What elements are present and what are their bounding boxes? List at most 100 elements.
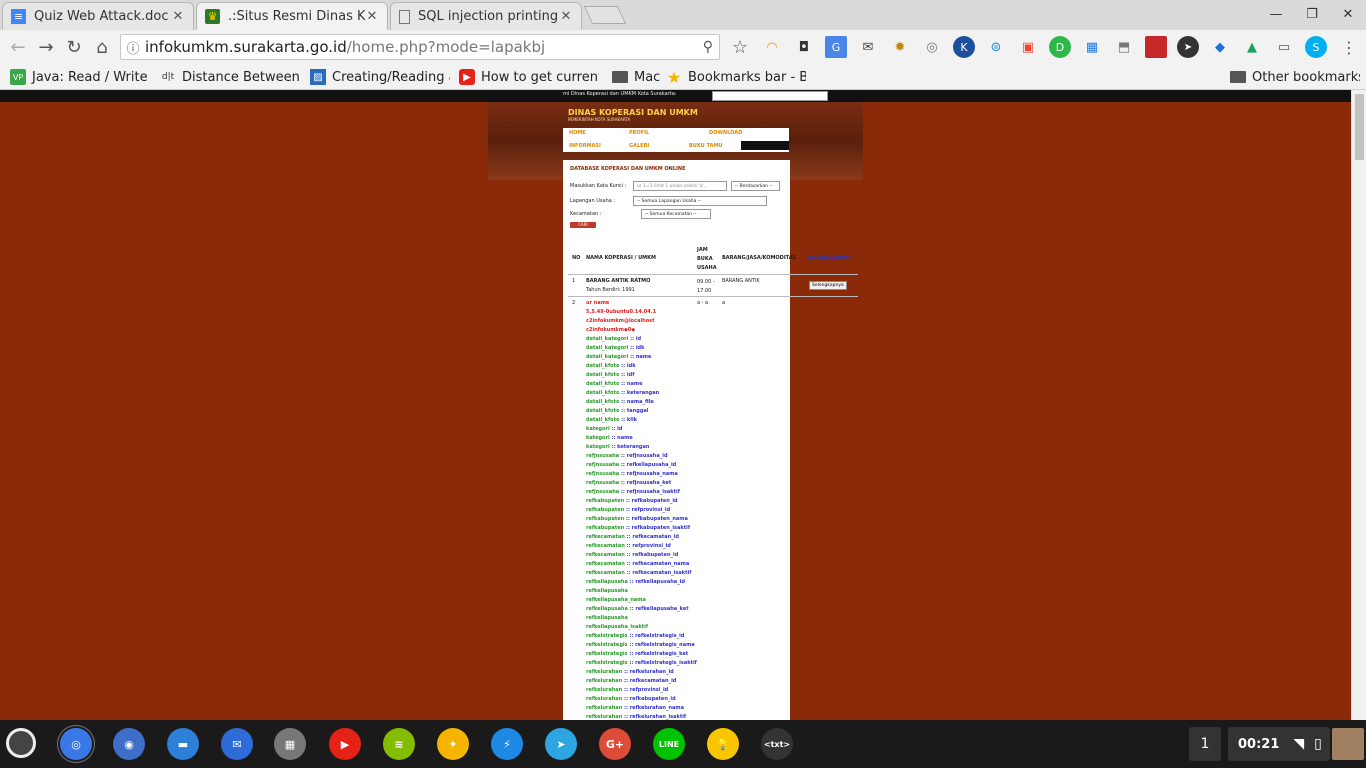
dump-row: refkellapusaha <box>586 587 697 596</box>
restore-button[interactable]: ❐ <box>1294 0 1330 28</box>
keep-app-icon[interactable]: 💡 <box>707 728 739 760</box>
arrow-ext-icon[interactable]: ➤ <box>1177 36 1199 58</box>
tab-sql-injection[interactable]: SQL injection printing all ✕ <box>390 2 582 30</box>
cast-icon[interactable]: ▭ <box>1273 36 1295 58</box>
telegram-app-icon[interactable]: ➤ <box>545 728 577 760</box>
d-extension-icon[interactable]: D <box>1049 36 1071 58</box>
translate-icon[interactable]: G <box>825 36 847 58</box>
dump-separator: :: <box>619 471 627 477</box>
dump-row: refkabupaten :: refkabupaten_id <box>586 497 697 506</box>
bookmark-star-icon[interactable]: ☆ <box>729 36 751 58</box>
files-app-icon[interactable]: ▬ <box>167 728 199 760</box>
address-bar[interactable]: ⓘ infokumkm.surakarta.go.id/home.php?mod… <box>120 34 720 60</box>
home-icon[interactable]: ⌂ <box>88 37 116 58</box>
launcher-button[interactable] <box>6 728 36 758</box>
bookmark-folder-mac[interactable]: Mac <box>612 67 662 87</box>
dump-table: refkelurahan <box>586 687 623 693</box>
bookmark-bookmarks-bar[interactable]: ★ Bookmarks bar - Book <box>666 67 806 87</box>
by-select[interactable]: -- Berdasarkan -- <box>731 181 780 191</box>
dump-table: refkecamatan <box>586 534 625 540</box>
bookmark-label: Distance Between Citi <box>182 69 300 85</box>
dump-row: refkelurahan :: refkelurahan_id <box>586 668 697 677</box>
calendar-app-icon[interactable]: ▦ <box>274 728 306 760</box>
calendar-ext-icon[interactable]: ▦ <box>1081 36 1103 58</box>
text-app-icon[interactable]: <txt> <box>761 728 793 760</box>
site-search-input[interactable] <box>712 91 828 101</box>
info-icon[interactable]: ⓘ <box>121 38 145 57</box>
back-icon[interactable]: ← <box>4 37 32 58</box>
line-app-icon[interactable]: LINE <box>653 728 685 760</box>
camera-app-icon[interactable]: ◉ <box>113 728 145 760</box>
scroll-thumb[interactable] <box>1355 94 1364 160</box>
bookmark-distance[interactable]: d|t Distance Between Citi <box>160 67 300 87</box>
field-select[interactable]: -- Semua Lapangan Usaha -- <box>633 196 767 206</box>
close-tab-icon[interactable]: ✕ <box>559 9 573 24</box>
menu-galeri[interactable]: GALERI <box>629 143 649 149</box>
row2-no: 2 <box>572 300 576 306</box>
office-icon[interactable]: ▣ <box>1017 36 1039 58</box>
spotify-app-icon[interactable]: ≋ <box>383 728 415 760</box>
keyword-input[interactable]: ur 1=1 limit 1 union select 'a', <box>633 181 727 191</box>
tab-situs-resmi[interactable]: ♛ .:Situs Resmi Dinas Kope ✕ <box>196 2 388 30</box>
menu-icon[interactable]: ⋮ <box>1338 36 1360 58</box>
dump-table: detail_kfoto <box>586 417 620 423</box>
googleplus-app-icon[interactable]: G+ <box>599 728 631 760</box>
other-bookmarks-label: Other bookmarks <box>1252 69 1360 85</box>
dump-separator: :: <box>619 489 627 495</box>
chrome-app-icon[interactable]: ◎ <box>60 728 92 760</box>
page-scrollbar[interactable] <box>1351 90 1366 720</box>
menu-download[interactable]: DOWNLOAD <box>709 130 742 136</box>
other-bookmarks[interactable]: Other bookmarks <box>1230 67 1360 87</box>
menu-home[interactable]: HOME <box>569 130 586 136</box>
menu-informasi[interactable]: INFORMASI <box>569 143 601 149</box>
mail-icon[interactable]: ✉ <box>857 36 879 58</box>
col-hours: JAM BUKA USAHA <box>697 247 717 271</box>
row2-name: ur name <box>586 300 610 306</box>
district-select[interactable]: -- Semua Kecamatan -- <box>641 209 711 219</box>
bookmark-java[interactable]: VP Java: Read / Write Ex <box>10 67 150 87</box>
zoom-icon[interactable]: ⚲ <box>703 39 713 55</box>
dump-row: refkelstrategis :: refkelstrategis_ket <box>586 650 697 659</box>
extension-rainbow-icon[interactable]: ◠ <box>761 36 783 58</box>
dump-table: refkellapusaha <box>586 579 628 585</box>
close-tab-icon[interactable]: ✕ <box>365 9 379 24</box>
panel-title: DATABASE KOPERASI DAN UMKM ONLINE <box>570 166 686 172</box>
compass-icon[interactable]: ◎ <box>921 36 943 58</box>
save-ext-icon[interactable]: ⬒ <box>1113 36 1135 58</box>
menu-buku-tamu[interactable]: BUKU TAMU <box>689 143 722 149</box>
tab-quiz-doc[interactable]: ≡ Quiz Web Attack.doc - Go ✕ <box>2 2 194 30</box>
dump-column: refkabupaten_id <box>631 498 678 504</box>
close-tab-icon[interactable]: ✕ <box>171 9 185 24</box>
dump-table: refkelurahan <box>586 678 623 684</box>
dump-table: refkellapusaha_isaktif <box>586 624 649 630</box>
bookmarks-bar: VP Java: Read / Write Ex d|t Distance Be… <box>0 64 1366 90</box>
bookmark-youtube[interactable]: ▶ How to get current us <box>459 67 599 87</box>
skype-icon[interactable]: S <box>1305 36 1327 58</box>
dump-table: refkelurahan <box>586 669 623 675</box>
photos-app-icon[interactable]: ✦ <box>437 728 469 760</box>
new-tab-button[interactable] <box>583 6 627 24</box>
blue-diamond-icon[interactable]: ◆ <box>1209 36 1231 58</box>
youtube-app-icon[interactable]: ▶ <box>329 728 361 760</box>
workspace-indicator[interactable]: 1 <box>1189 727 1221 761</box>
search-button[interactable]: CARI <box>570 222 596 228</box>
red-book-icon[interactable] <box>1145 36 1167 58</box>
extension-gear-icon[interactable]: ✹ <box>889 36 911 58</box>
minimize-button[interactable]: — <box>1258 0 1294 28</box>
inbox-app-icon[interactable]: ✉ <box>221 728 253 760</box>
row1-detail-button[interactable]: Selengkapnya <box>809 281 847 290</box>
extension-lightbulb-icon[interactable]: ◘ <box>793 36 815 58</box>
dump-column: refkecamatan_id <box>629 678 677 684</box>
avatar[interactable] <box>1332 728 1364 760</box>
sync-icon[interactable]: ⊜ <box>985 36 1007 58</box>
bookmark-creating[interactable]: ▨ Creating/Reading an <box>310 67 450 87</box>
close-window-button[interactable]: ✕ <box>1330 0 1366 28</box>
k-extension-icon[interactable]: K <box>953 36 975 58</box>
dump-row: refkellapusaha :: refkellapusaha_ket <box>586 605 697 614</box>
menu-profil[interactable]: PROFIL <box>629 130 649 136</box>
messenger-app-icon[interactable]: ⚡ <box>491 728 523 760</box>
reload-icon[interactable]: ↻ <box>60 37 88 58</box>
forward-icon[interactable]: → <box>32 37 60 58</box>
status-tray[interactable]: 00:21 ◥ ▯ <box>1228 727 1330 761</box>
drive-icon[interactable]: ▲ <box>1241 36 1263 58</box>
